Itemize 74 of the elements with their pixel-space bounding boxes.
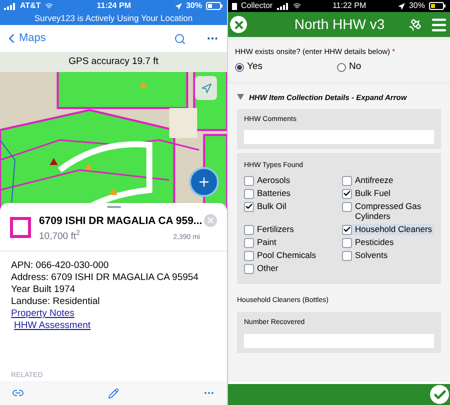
clock: 11:24 PM [96,0,131,12]
checkbox[interactable] [244,176,254,186]
checkbox-option[interactable]: Batteries [244,188,336,199]
expand-arrow-icon [237,94,244,100]
signal-icon [276,2,289,10]
menu-icon[interactable] [430,16,448,34]
checkbox-option[interactable]: Solvents [342,250,434,261]
check-icon [343,225,351,234]
plus-icon [197,175,211,189]
wifi-icon [44,2,53,10]
checkbox[interactable] [244,238,254,248]
link-icon[interactable] [12,387,24,399]
parcel-symbol-icon [10,217,31,238]
checkbox-option[interactable]: Compressed Gas Cylinders [342,200,434,222]
detail-line: Year Built 1974 [11,284,76,296]
search-icon[interactable] [174,32,186,44]
checkbox[interactable] [244,224,254,235]
location-banner: Survey123 is Actively Using Your Location [0,12,227,25]
checkbox[interactable] [342,188,352,199]
check-icon [432,388,446,402]
drag-handle[interactable] [106,206,120,208]
back-button[interactable]: Maps [4,30,46,47]
satellite-icon[interactable] [408,18,422,32]
wifi-icon [292,2,301,10]
edit-icon[interactable] [108,388,119,398]
navigation-arrow-icon [200,82,212,94]
checkbox-option[interactable]: Fertilizers [244,224,336,235]
checkbox[interactable] [244,202,254,212]
checkbox[interactable] [342,238,352,248]
checkbox-option[interactable]: Aerosols [244,174,336,186]
clock: 11:22 PM [332,0,366,12]
battery-label: 30% [186,0,202,12]
check-icon [245,202,253,212]
checkbox[interactable] [244,188,254,199]
feature-area: 10,700 ft$^{2}$ [39,230,80,244]
signal-icon [4,2,16,10]
checkbox-option[interactable]: Pesticides [342,236,434,248]
checkbox[interactable] [342,202,352,212]
close-icon [206,216,215,225]
detail-link[interactable]: Property Notes [11,308,74,320]
checkbox-option[interactable]: Bulk Oil [244,200,336,222]
detail-line: Landuse: Residential [11,296,100,308]
checkbox-option[interactable]: Antifreeze [342,174,434,186]
battery-icon [429,2,446,10]
number-field[interactable] [244,334,434,348]
radio-option[interactable]: Yes [235,60,337,74]
detail-link[interactable]: HHW Assessment [14,320,91,332]
location-icon [174,2,182,10]
check-icon [343,189,351,198]
detail-line: Address: 6709 ISHI DR MAGALIA CA 95954 [11,272,198,284]
form-title: North HHW v3 [293,15,386,34]
checkbox-option[interactable]: Paint [244,236,336,248]
app-label: Collector [241,0,273,12]
radio-option[interactable]: No [337,60,439,74]
battery-icon [206,2,223,10]
detail-line: APN: 066-420-030-000 [11,260,109,272]
carrier-label: AT&T [20,0,41,12]
checkbox[interactable] [244,264,254,274]
close-button[interactable] [230,16,247,33]
battery-label: 30% [408,0,425,12]
close-icon [232,18,244,30]
checkbox-option[interactable]: Other [244,262,336,274]
checkbox[interactable] [244,250,254,261]
checkbox-option[interactable]: Pool Chemicals [244,250,336,261]
comments-field[interactable] [244,130,434,144]
locate-button[interactable] [195,76,217,100]
checkbox[interactable] [342,176,352,186]
submit-button[interactable] [430,385,449,404]
checkbox[interactable] [342,250,352,261]
checkbox-option[interactable]: Household Cleaners [342,224,434,235]
checkbox[interactable] [342,224,352,235]
location-icon [398,2,405,10]
checkbox-option[interactable]: Bulk Fuel [342,188,434,199]
feature-title: 6709 ISHI DR MAGALIA CA 959... [39,214,200,229]
